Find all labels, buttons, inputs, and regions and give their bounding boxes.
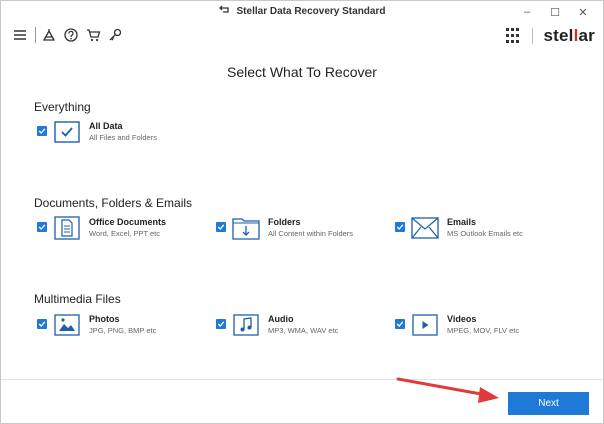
option-folders[interactable]: Folders All Content within Folders bbox=[216, 216, 353, 240]
option-label: Office Documents bbox=[89, 217, 167, 227]
window-title: Stellar Data Recovery Standard bbox=[236, 6, 386, 17]
section-title-everything: Everything bbox=[34, 100, 91, 114]
annotation-arrow-icon bbox=[396, 373, 506, 410]
document-icon bbox=[53, 216, 81, 240]
option-text: Office Documents Word, Excel, PPT etc bbox=[89, 216, 166, 239]
stellar-logo: stellar bbox=[543, 26, 595, 45]
checkbox-audio[interactable] bbox=[216, 319, 226, 329]
option-description: MP3, WMA, WAV etc bbox=[268, 326, 339, 335]
option-photos[interactable]: Photos JPG, PNG, BMP etc bbox=[37, 313, 156, 337]
option-office-documents[interactable]: Office Documents Word, Excel, PPT etc bbox=[37, 216, 166, 240]
scan-icon[interactable] bbox=[40, 26, 58, 44]
video-play-icon bbox=[411, 313, 439, 337]
checkbox-office-documents[interactable] bbox=[37, 222, 47, 232]
option-all-data[interactable]: All Data All Files and Folders bbox=[37, 120, 157, 144]
option-description: Word, Excel, PPT etc bbox=[89, 229, 160, 238]
option-text: Photos JPG, PNG, BMP etc bbox=[89, 313, 156, 336]
option-description: MPEG, MOV, FLV etc bbox=[447, 326, 520, 335]
page-title: Select What To Recover bbox=[227, 64, 377, 80]
envelope-icon bbox=[411, 216, 439, 240]
music-note-icon bbox=[232, 313, 260, 337]
check-box-icon bbox=[53, 120, 81, 144]
checkbox-photos[interactable] bbox=[37, 319, 47, 329]
app-window: Stellar Data Recovery Standard – ☐ ✕ ste… bbox=[0, 0, 604, 424]
brand-divider bbox=[532, 28, 534, 44]
maximize-button[interactable]: ☐ bbox=[541, 3, 569, 21]
option-label: Audio bbox=[268, 314, 294, 324]
restore-arrow-icon[interactable] bbox=[218, 5, 231, 17]
checkbox-all-data[interactable] bbox=[37, 126, 47, 136]
option-label: Photos bbox=[89, 314, 120, 324]
title-bar: Stellar Data Recovery Standard – ☐ ✕ bbox=[1, 1, 603, 23]
folder-icon bbox=[232, 216, 260, 240]
menu-icon[interactable] bbox=[11, 26, 29, 44]
option-text: Audio MP3, WMA, WAV etc bbox=[268, 313, 338, 336]
option-description: MS Outlook Emails etc bbox=[447, 229, 523, 238]
checkbox-videos[interactable] bbox=[395, 319, 405, 329]
checkbox-folders[interactable] bbox=[216, 222, 226, 232]
minimize-button[interactable]: – bbox=[513, 3, 541, 21]
option-text: Folders All Content within Folders bbox=[268, 216, 353, 239]
option-description: JPG, PNG, BMP etc bbox=[89, 326, 157, 335]
footer-divider bbox=[1, 379, 603, 380]
option-label: Emails bbox=[447, 217, 477, 227]
section-title-multimedia: Multimedia Files bbox=[34, 292, 121, 306]
apps-grid-icon[interactable] bbox=[506, 28, 522, 44]
section-title-documents: Documents, Folders & Emails bbox=[34, 196, 193, 210]
toolbar-right: stellar bbox=[506, 26, 595, 46]
next-button[interactable]: Next bbox=[508, 392, 589, 415]
cart-icon[interactable] bbox=[84, 26, 102, 44]
option-audio[interactable]: Audio MP3, WMA, WAV etc bbox=[216, 313, 338, 337]
toolbar-left bbox=[11, 26, 128, 44]
option-text: All Data All Files and Folders bbox=[89, 120, 157, 143]
checkbox-emails[interactable] bbox=[395, 222, 405, 232]
option-videos[interactable]: Videos MPEG, MOV, FLV etc bbox=[395, 313, 519, 337]
close-button[interactable]: ✕ bbox=[569, 3, 597, 21]
option-emails[interactable]: Emails MS Outlook Emails etc bbox=[395, 216, 523, 240]
option-description: All Content within Folders bbox=[268, 229, 354, 238]
option-text: Emails MS Outlook Emails etc bbox=[447, 216, 523, 239]
toolbar-divider bbox=[35, 27, 36, 43]
option-text: Videos MPEG, MOV, FLV etc bbox=[447, 313, 519, 336]
option-label: Videos bbox=[447, 314, 477, 324]
help-icon[interactable] bbox=[62, 26, 80, 44]
toolbar: stellar bbox=[1, 23, 603, 49]
key-icon[interactable] bbox=[106, 26, 124, 44]
option-description: All Files and Folders bbox=[89, 133, 157, 142]
window-controls: – ☐ ✕ bbox=[513, 3, 597, 21]
photo-icon bbox=[53, 313, 81, 337]
option-label: All Data bbox=[89, 121, 123, 131]
option-label: Folders bbox=[268, 217, 301, 227]
